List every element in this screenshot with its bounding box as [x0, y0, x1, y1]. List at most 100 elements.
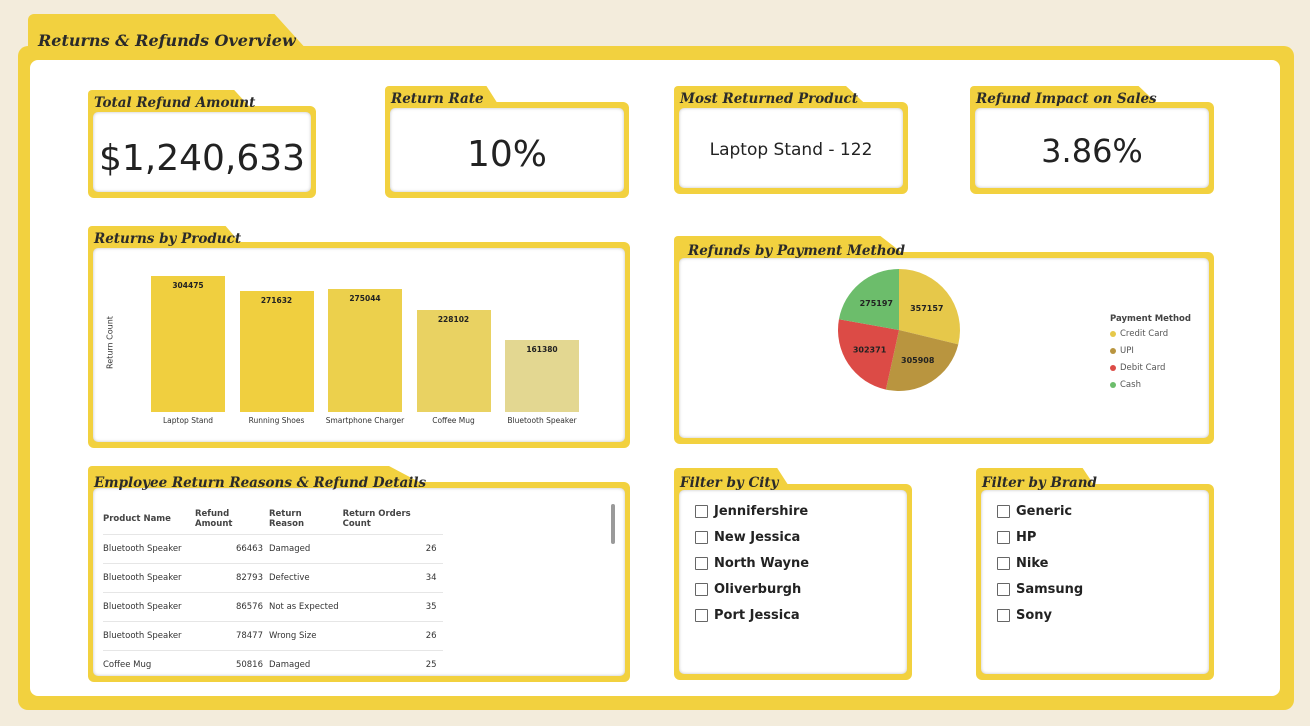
kpi-return-rate-title: Return Rate	[391, 91, 484, 107]
city-option[interactable]: Oliverburgh	[695, 582, 801, 597]
checkbox[interactable]	[695, 505, 708, 518]
kpi-return-rate-value: 10%	[466, 134, 547, 175]
kpi-total-refund-card[interactable]: $1,240,633 Total Refund Amount	[88, 90, 316, 198]
cell-return-orders-count: 26	[342, 620, 443, 650]
return-details-table: Product Name Refund Amount Return Reason…	[103, 504, 443, 676]
city-option[interactable]: New Jessica	[695, 530, 800, 545]
cell-product-name: Bluetooth Speaker	[103, 591, 195, 621]
refunds-by-payment-panel[interactable]: 357157 305908 302371 275197 Payment Method …	[674, 236, 1214, 444]
city-option[interactable]: Port Jessica	[695, 608, 800, 623]
cell-refund-amount: 78477	[195, 620, 269, 650]
pie-slice-label: 302371	[853, 346, 887, 355]
bar-category-label: Coffee Mug	[432, 416, 475, 425]
kpi-most-returned-card[interactable]: Laptop Stand - 122 Most Returned Product	[674, 86, 908, 194]
brand-option[interactable]: Nike	[997, 556, 1048, 571]
cell-refund-amount: 86576	[195, 591, 269, 621]
cell-return-orders-count: 35	[342, 591, 443, 621]
bar-value-label: 304475	[172, 281, 204, 290]
pie-legend-item[interactable]: Cash	[1110, 380, 1141, 390]
city-option-label: Jennifershire	[714, 504, 809, 519]
pie-legend-label: Debit Card	[1120, 363, 1166, 373]
filter-brand-title: Filter by Brand	[982, 475, 1097, 491]
col-return-orders-count[interactable]: Return Orders Count	[343, 504, 443, 534]
col-product-name[interactable]: Product Name	[103, 504, 195, 534]
table-row[interactable]: Bluetooth Speaker 66463 Damaged 26	[103, 533, 443, 563]
checkbox[interactable]	[695, 557, 708, 570]
cell-return-orders-count: 26	[342, 533, 443, 563]
cell-return-orders-count: 34	[342, 562, 443, 592]
checkbox[interactable]	[695, 609, 708, 622]
checkbox[interactable]	[695, 531, 708, 544]
returns-by-product-title: Returns by Product	[94, 231, 242, 247]
bar[interactable]	[151, 276, 225, 412]
bar-category-label: Bluetooth Speaker	[507, 416, 577, 425]
brand-option-label: Sony	[1016, 608, 1053, 623]
kpi-refund-impact-title: Refund Impact on Sales	[976, 91, 1157, 107]
filter-brand-panel: Generic HP Nike Samsung Sony Filter by Brand	[976, 468, 1214, 680]
bar-chart-ylabel: Return Count	[105, 316, 115, 369]
returns-by-product-panel[interactable]: Return Count 304475 Laptop Stand 271632 Run…	[88, 226, 630, 448]
brand-option[interactable]: HP	[997, 530, 1036, 545]
checkbox[interactable]	[997, 531, 1010, 544]
kpi-most-returned-value: Laptop Stand - 122	[709, 140, 873, 160]
cell-return-reason: Not as Expected	[269, 591, 343, 621]
cell-product-name: Coffee Mug	[103, 649, 195, 676]
bar[interactable]	[328, 289, 402, 412]
filter-city-panel: Jennifershire New Jessica North Wayne Olive…	[674, 468, 912, 680]
table-header-row: Product Name Refund Amount Return Reason…	[103, 504, 443, 534]
bar-value-label: 271632	[260, 295, 293, 305]
pie-slice-label: 275197	[860, 299, 893, 308]
pie-legend-item[interactable]: UPI	[1110, 346, 1134, 356]
table-row[interactable]: Coffee Mug 50816 Damaged 25	[103, 649, 443, 676]
legend-dot	[1110, 382, 1116, 388]
pie-legend-item[interactable]: Debit Card	[1110, 363, 1165, 373]
pie-legend-label: UPI	[1120, 346, 1134, 356]
checkbox[interactable]	[695, 583, 708, 596]
bar[interactable]	[416, 310, 491, 412]
city-option[interactable]: Jennifershire	[695, 504, 808, 519]
cell-refund-amount: 50816	[195, 649, 269, 676]
city-option-label: Oliverburgh	[714, 582, 802, 597]
pie-legend-label: Credit Card	[1120, 329, 1169, 339]
brand-option[interactable]: Samsung	[997, 582, 1083, 597]
cell-product-name: Bluetooth Speaker	[103, 562, 195, 592]
legend-dot	[1110, 365, 1116, 371]
cell-return-orders-count: 25	[342, 649, 443, 676]
brand-option-label: Generic	[1016, 504, 1073, 519]
return-details-title: Employee Return Reasons & Refund Details	[94, 475, 427, 491]
cell-refund-amount: 66463	[195, 533, 269, 563]
bar[interactable]	[239, 290, 314, 412]
bar-value-label: 275044	[349, 294, 381, 304]
city-option-label: Port Jessica	[714, 608, 800, 623]
table-row[interactable]: Bluetooth Speaker 82793 Defective 34	[103, 562, 443, 592]
return-details-panel[interactable]: Product Name Refund Amount Return Reason…	[88, 466, 630, 682]
cell-return-reason: Wrong Size	[269, 620, 343, 650]
cell-return-reason: Damaged	[269, 649, 343, 676]
kpi-refund-impact-value: 3.86%	[1041, 132, 1143, 170]
cell-refund-amount: 82793	[195, 562, 269, 592]
kpi-total-refund-value: $1,240,633	[98, 138, 306, 179]
checkbox[interactable]	[997, 557, 1010, 570]
dashboard-title: Returns & Refunds Overview	[38, 31, 296, 50]
col-return-reason[interactable]: Return Reason	[269, 504, 343, 534]
pie-slice-label: 357157	[910, 304, 943, 313]
col-refund-amount[interactable]: Refund Amount	[195, 504, 269, 534]
checkbox[interactable]	[997, 505, 1010, 518]
city-option[interactable]: North Wayne	[695, 556, 809, 571]
kpi-refund-impact-card[interactable]: 3.86% Refund Impact on Sales	[970, 86, 1214, 194]
checkbox[interactable]	[997, 609, 1010, 622]
table-scrollbar[interactable]	[611, 504, 615, 544]
table-row[interactable]: Bluetooth Speaker 86576 Not as Expected 35	[103, 591, 443, 621]
kpi-return-rate-card[interactable]: 10% Return Rate	[385, 86, 629, 198]
brand-option[interactable]: Generic	[997, 504, 1072, 519]
brand-option[interactable]: Sony	[997, 608, 1052, 623]
pie-legend-item[interactable]: Credit Card	[1110, 329, 1168, 339]
bar-value-label: 228102	[437, 315, 470, 325]
bar-category-label: Smartphone Charger	[325, 416, 405, 425]
refunds-by-payment-title: Refunds by Payment Method	[688, 243, 906, 259]
table-row[interactable]: Bluetooth Speaker 78477 Wrong Size 26	[103, 620, 443, 650]
kpi-most-returned-title: Most Returned Product	[680, 91, 858, 107]
bar-category-label: Running Shoes	[248, 416, 305, 425]
cell-product-name: Bluetooth Speaker	[103, 533, 195, 563]
checkbox[interactable]	[997, 583, 1010, 596]
